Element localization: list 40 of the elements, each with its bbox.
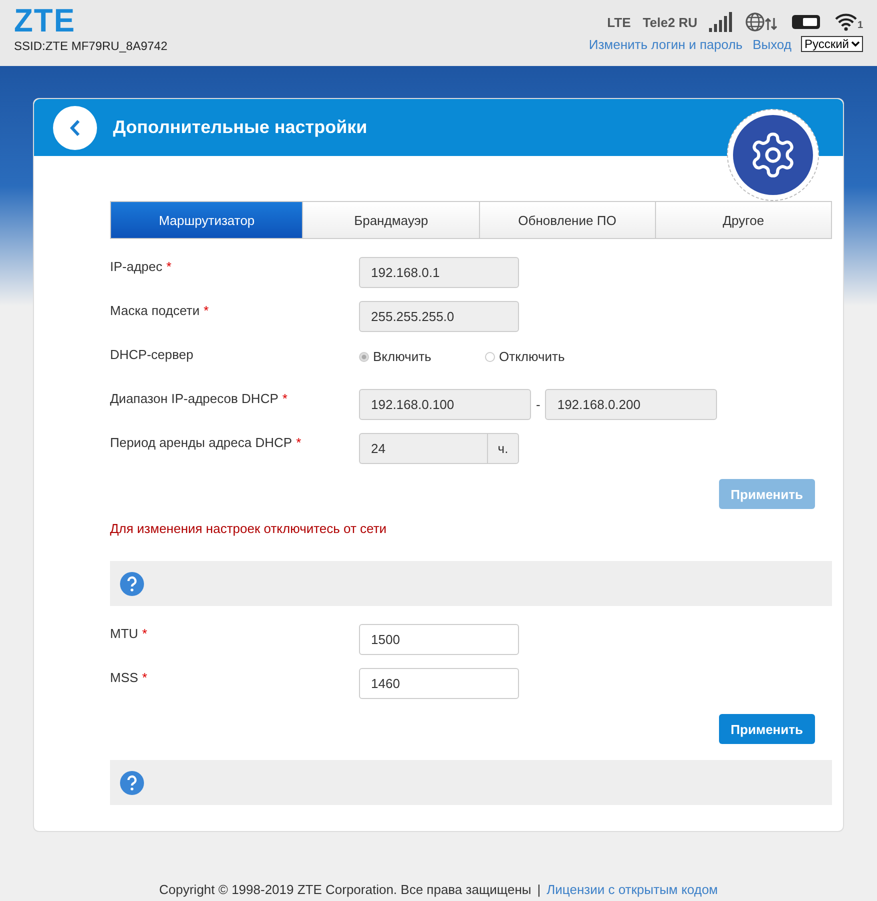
required-mark: * bbox=[296, 435, 302, 450]
field-label: Диапазон IP-адресов DHCP * bbox=[110, 390, 288, 406]
ssid-label: SSID:ZTE MF79RU_8A9742 bbox=[14, 39, 168, 53]
required-mark: * bbox=[142, 626, 148, 641]
field-label: IP-адрес * bbox=[110, 258, 172, 274]
footer-separator: | bbox=[537, 882, 541, 897]
language-select[interactable]: Русский bbox=[801, 36, 863, 52]
signal-icon bbox=[709, 12, 734, 32]
caret-icon bbox=[851, 41, 860, 47]
back-button[interactable] bbox=[53, 106, 97, 150]
warning-message: Для изменения настроек отключитесь от сети bbox=[110, 521, 388, 536]
required-mark: * bbox=[204, 303, 209, 318]
tab[interactable]: Брандмауэр bbox=[303, 202, 480, 238]
network-type: LTE bbox=[607, 14, 631, 30]
field-label: MSS * bbox=[110, 669, 148, 685]
page-title: Дополнительные настройки bbox=[113, 117, 368, 138]
unit-label: ч. bbox=[487, 433, 519, 464]
range-separator: - bbox=[536, 396, 540, 412]
licenses-link[interactable]: Лицензии с открытым кодом bbox=[546, 882, 718, 897]
tab[interactable]: Обновление ПО bbox=[480, 202, 656, 238]
globe-arrows-icon bbox=[745, 12, 780, 32]
text-field[interactable]: 1500 bbox=[359, 624, 519, 655]
apply-button[interactable]: Применить bbox=[718, 714, 815, 744]
required-mark: * bbox=[166, 259, 172, 274]
field-label: Маска подсети * bbox=[110, 302, 210, 318]
copyright-text: Copyright © 1998-2019 ZTE Corporation. Все права защищены bbox=[159, 882, 532, 897]
help-icon[interactable] bbox=[120, 572, 144, 596]
field-label: Период аренды адреса DHCP * bbox=[110, 434, 302, 450]
operator-name: Tele2 RU bbox=[642, 14, 698, 30]
field-label: DHCP-сервер bbox=[110, 346, 194, 362]
wifi-client-count: 1 bbox=[857, 20, 863, 31]
required-mark: * bbox=[282, 391, 288, 406]
required-mark: * bbox=[142, 670, 148, 685]
field-label: MTU * bbox=[110, 625, 148, 641]
logo: ZTE bbox=[14, 5, 77, 37]
help-icon[interactable] bbox=[120, 770, 144, 794]
text-field[interactable]: 1460 bbox=[359, 668, 519, 699]
chevron-left-icon bbox=[69, 118, 81, 136]
tab[interactable]: Маршрутизатор bbox=[111, 202, 304, 238]
wifi-icon bbox=[835, 13, 858, 31]
